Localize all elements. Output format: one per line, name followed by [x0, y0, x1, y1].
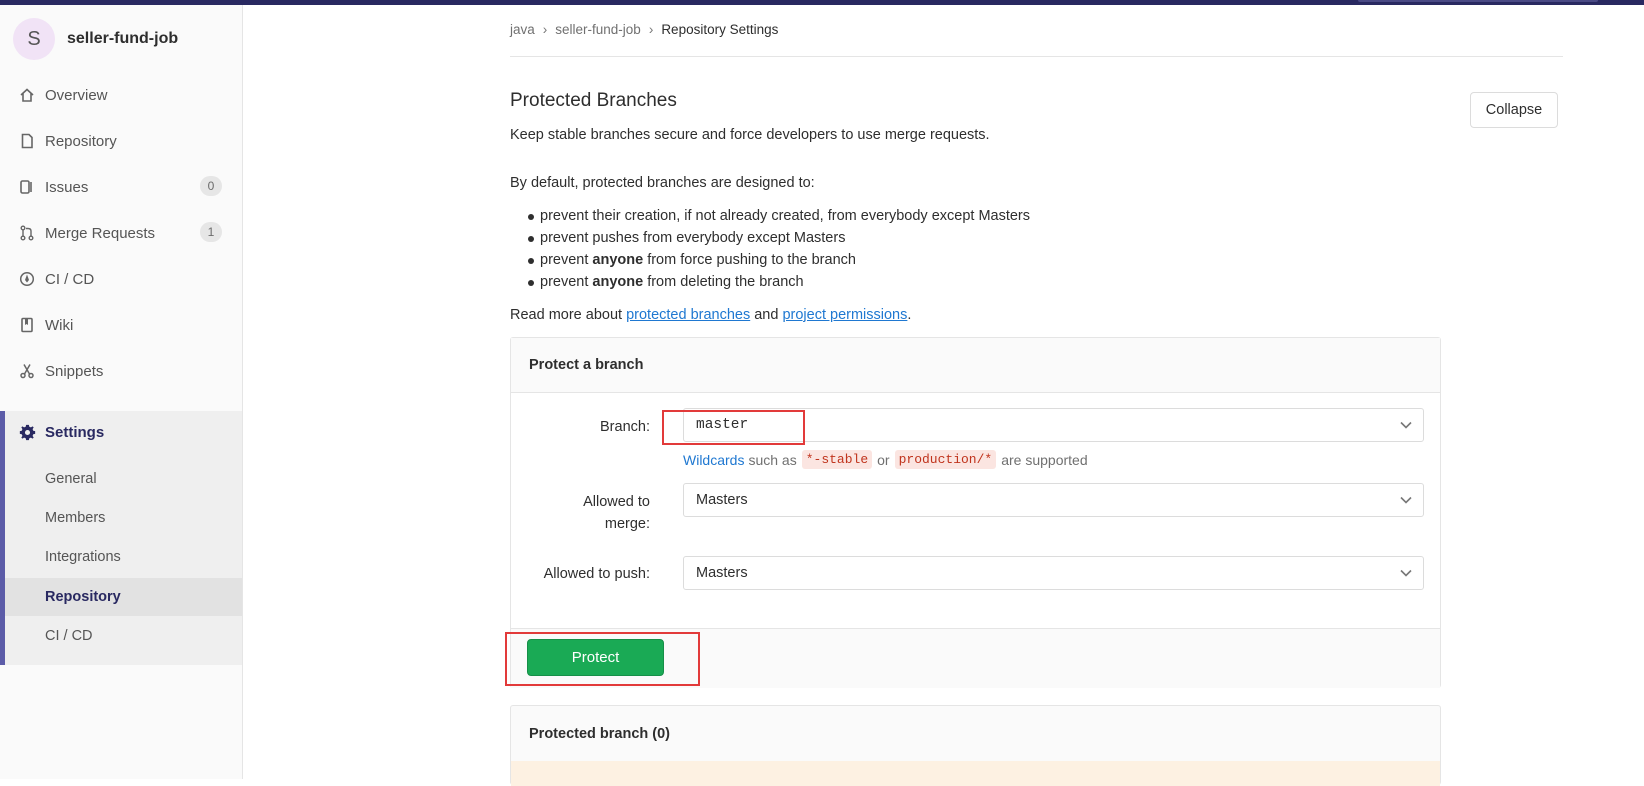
read-more-text: Read more about protected branches and p…	[510, 307, 912, 323]
subitem-label: Repository	[45, 589, 121, 605]
code-stable: *-stable	[801, 450, 873, 469]
breadcrumb: java › seller-fund-job › Repository Sett…	[510, 22, 778, 37]
merge-icon	[18, 224, 36, 242]
panel-header: Protect a branch	[511, 338, 1440, 393]
sidebar-subitem-general[interactable]: General	[5, 460, 242, 498]
top-navbar	[0, 0, 1644, 5]
chevron-down-icon	[1400, 421, 1412, 429]
breadcrumb-group-link[interactable]: java	[510, 22, 535, 37]
sidebar-subitem-ci-cd[interactable]: CI / CD	[5, 617, 242, 655]
search-bar-edge[interactable]	[1358, 0, 1598, 2]
chevron-right-icon: ›	[542, 22, 548, 37]
chevron-down-icon	[1400, 496, 1412, 504]
merge-select-value: Masters	[696, 492, 748, 508]
subitem-label: CI / CD	[45, 628, 93, 644]
scissors-icon	[18, 362, 36, 380]
chevron-down-icon	[1400, 569, 1412, 577]
defaults-list: prevent their creation, if not already c…	[527, 208, 1030, 296]
sidebar-item-label: Wiki	[45, 316, 74, 334]
issues-icon	[18, 178, 36, 196]
sidebar-item-label: Snippets	[45, 362, 104, 380]
sidebar-item-label: Issues	[45, 178, 89, 196]
subitem-label: Integrations	[45, 549, 121, 565]
sidebar-subitem-repository[interactable]: Repository	[5, 578, 242, 616]
sidebar-item-ci-cd[interactable]: CI / CD	[0, 259, 242, 299]
protected-branches-list-panel: Protected branch (0)	[510, 705, 1441, 786]
section-description: Keep stable branches secure and force de…	[510, 127, 990, 143]
sidebar-item-settings[interactable]: Settings	[0, 412, 242, 452]
project-avatar: S	[13, 18, 55, 60]
project-name: seller-fund-job	[67, 30, 179, 47]
allowed-to-push-label: Allowed to push:	[543, 566, 650, 582]
merge-requests-count-badge: 1	[200, 222, 222, 242]
collapse-button[interactable]: Collapse	[1470, 92, 1558, 128]
branch-label: Branch:	[600, 419, 650, 435]
protected-branch-count-title: Protected branch (0)	[529, 726, 670, 742]
sidebar-subitem-members[interactable]: Members	[5, 499, 242, 537]
subitem-label: General	[45, 471, 97, 487]
allowed-to-merge-label: Allowed to merge:	[583, 494, 650, 532]
section-title: Protected Branches	[510, 90, 677, 111]
list-item: prevent pushes from everybody except Mas…	[527, 230, 1030, 252]
issues-count-badge: 0	[200, 176, 222, 196]
list-item: prevent their creation, if not already c…	[527, 208, 1030, 230]
allowed-to-merge-select[interactable]: Masters	[683, 483, 1424, 517]
sidebar-item-overview[interactable]: Overview	[0, 75, 242, 115]
book-icon	[18, 316, 36, 334]
list-item: prevent anyone from deleting the branch	[527, 274, 1030, 296]
list-item: prevent anyone from force pushing to the…	[527, 252, 1030, 274]
branch-select[interactable]: master	[683, 408, 1424, 442]
defaults-intro: By default, protected branches are desig…	[510, 175, 815, 191]
chevron-right-icon: ›	[648, 22, 654, 37]
doc-icon	[18, 132, 36, 150]
sidebar-item-repository[interactable]: Repository	[0, 121, 242, 161]
allowed-to-push-select[interactable]: Masters	[683, 556, 1424, 590]
breadcrumb-project-link[interactable]: seller-fund-job	[555, 22, 641, 37]
sidebar-item-snippets[interactable]: Snippets	[0, 351, 242, 391]
sidebar-item-label: Overview	[45, 86, 108, 104]
protected-branches-link[interactable]: protected branches	[626, 307, 750, 323]
empty-warning-strip	[511, 761, 1440, 786]
sidebar-subitem-integrations[interactable]: Integrations	[5, 538, 242, 576]
sidebar-item-label: CI / CD	[45, 270, 95, 288]
code-production: production/*	[894, 450, 997, 469]
gear-icon	[18, 423, 36, 441]
wildcards-hint: Wildcards such as *-stable or production…	[683, 450, 1088, 469]
home-icon	[18, 86, 36, 104]
branch-select-value: master	[696, 417, 749, 433]
sidebar-item-label: Repository	[45, 132, 117, 150]
rocket-icon	[18, 270, 36, 288]
breadcrumb-current[interactable]: Repository Settings	[661, 22, 778, 37]
push-select-value: Masters	[696, 565, 748, 581]
sidebar-item-label: Settings	[45, 423, 105, 441]
divider	[510, 56, 1563, 57]
subitem-label: Members	[45, 510, 106, 526]
sidebar-item-wiki[interactable]: Wiki	[0, 305, 242, 345]
project-permissions-link[interactable]: project permissions	[782, 307, 907, 323]
wildcards-link[interactable]: Wildcards	[683, 452, 744, 468]
sidebar-item-label: Merge Requests	[45, 224, 156, 242]
protect-button[interactable]: Protect	[527, 639, 664, 676]
panel-title: Protect a branch	[529, 357, 644, 373]
sidebar-item-merge-requests[interactable]: Merge Requests 1	[0, 213, 242, 253]
sidebar-item-issues[interactable]: Issues 0	[0, 167, 242, 207]
project-header[interactable]: S seller-fund-job	[13, 18, 178, 60]
